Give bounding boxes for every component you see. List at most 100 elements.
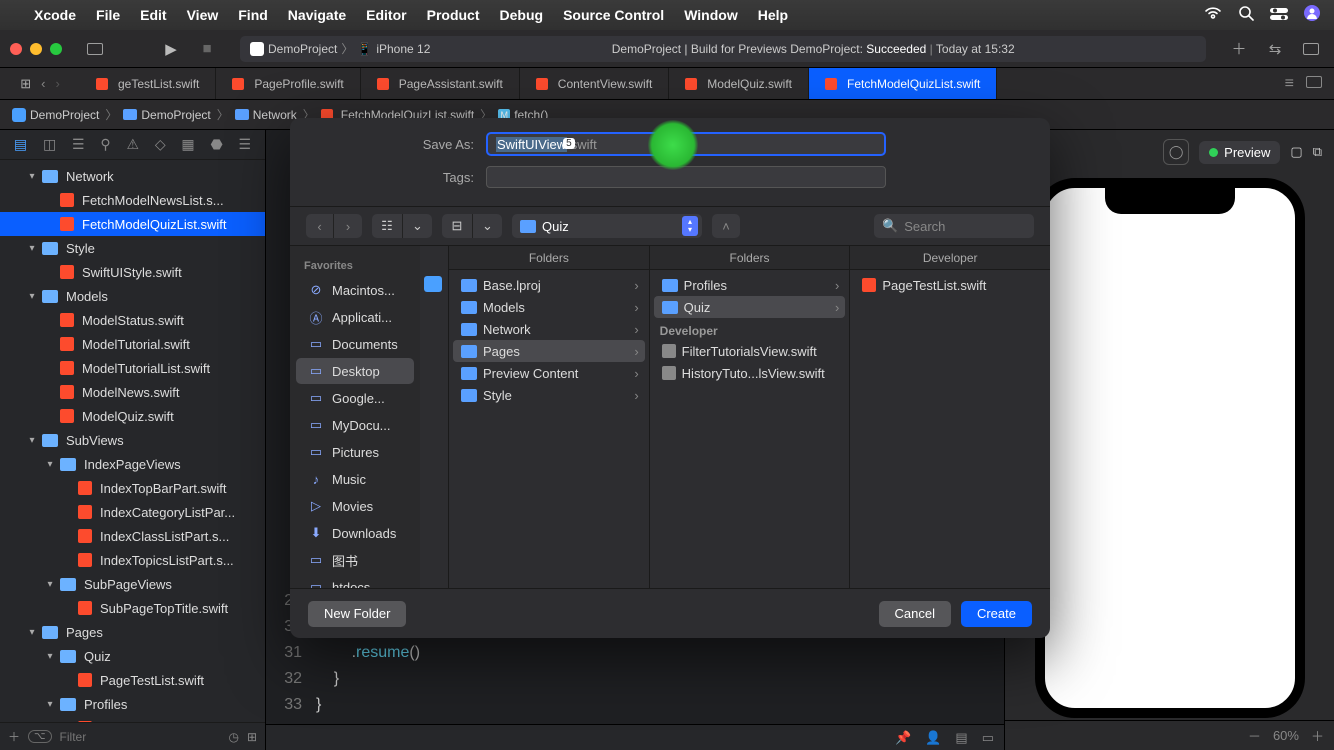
- xcodeproj-icon[interactable]: [424, 276, 442, 292]
- favorite-item[interactable]: ▷Movies: [296, 493, 414, 519]
- editor-tab[interactable]: PageProfile.swift: [216, 68, 360, 99]
- group-segmented[interactable]: ⊟ ⌄: [442, 214, 502, 238]
- menu-view[interactable]: View: [187, 7, 219, 23]
- browser-item[interactable]: HistoryTuto...lsView.swift: [654, 362, 846, 384]
- toggle-canvas-icon[interactable]: [1306, 75, 1322, 93]
- zoom-level[interactable]: 60%: [1273, 728, 1299, 743]
- app-menu[interactable]: Xcode: [34, 7, 76, 23]
- browser-item[interactable]: Preview Content›: [453, 362, 645, 384]
- browser-item[interactable]: Models›: [453, 296, 645, 318]
- tree-folder[interactable]: ▾SubPageViews: [0, 572, 265, 596]
- browser-item[interactable]: Quiz›: [654, 296, 846, 318]
- favorite-item[interactable]: ▭htdocs: [296, 574, 414, 588]
- collapse-button[interactable]: ˄: [712, 214, 740, 238]
- view-options-icon[interactable]: ⌄: [402, 214, 432, 238]
- tree-folder[interactable]: ▾Pages: [0, 620, 265, 644]
- favorite-item[interactable]: ⊘Macintos...: [296, 277, 414, 303]
- breakpoint-nav-icon[interactable]: ⬣: [210, 136, 222, 153]
- editor-tab[interactable]: FetchModelQuizList.swift: [809, 68, 997, 99]
- zoom-out-icon[interactable]: －: [1248, 726, 1261, 745]
- favorite-item[interactable]: ▭Desktop: [296, 358, 414, 384]
- filter-scope-icon[interactable]: ⌥: [28, 730, 52, 743]
- menu-debug[interactable]: Debug: [500, 7, 544, 23]
- stop-button[interactable]: ■: [194, 38, 220, 60]
- favorite-item[interactable]: ▭Documents: [296, 331, 414, 357]
- dialog-search[interactable]: 🔍 Search: [874, 214, 1034, 238]
- preview-pin-icon[interactable]: ◯: [1163, 139, 1189, 165]
- menu-source-control[interactable]: Source Control: [563, 7, 664, 23]
- minimap-icon[interactable]: ▤: [955, 730, 967, 746]
- tree-file[interactable]: IndexTopBarPart.swift: [0, 476, 265, 500]
- tree-file[interactable]: ModelTutorialList.swift: [0, 356, 265, 380]
- view-mode-segmented[interactable]: ☷ ⌄: [372, 214, 432, 238]
- canvas-toggle-icon[interactable]: ▭: [982, 730, 994, 746]
- tree-file[interactable]: PageTestList.swift: [0, 668, 265, 692]
- tree-file[interactable]: SwiftUIStyle.swift: [0, 260, 265, 284]
- jump-folder[interactable]: Network: [253, 108, 297, 122]
- menu-help[interactable]: Help: [758, 7, 788, 23]
- favorite-item[interactable]: ⬇Downloads: [296, 520, 414, 546]
- authors-icon[interactable]: 👤: [925, 730, 941, 746]
- tree-file[interactable]: IndexCategoryListPar...: [0, 500, 265, 524]
- debug-nav-icon[interactable]: ▦: [181, 136, 194, 153]
- close-window-button[interactable]: [10, 43, 22, 55]
- navigator-selector[interactable]: ▤ ◫ ☰ ⚲ ⚠ ◇ ▦ ⬣ ☰: [0, 130, 265, 160]
- source-control-nav-icon[interactable]: ◫: [43, 136, 56, 153]
- editor-tab[interactable]: ModelQuiz.swift: [669, 68, 809, 99]
- wifi-icon[interactable]: [1204, 6, 1222, 24]
- code-line[interactable]: 31 .resume(): [266, 640, 420, 666]
- project-nav-icon[interactable]: ▤: [14, 136, 27, 153]
- user-icon[interactable]: [1304, 5, 1320, 25]
- favorite-item[interactable]: ⒶApplicati...: [296, 304, 414, 330]
- jump-project[interactable]: DemoProject: [30, 108, 99, 122]
- nav-back-button[interactable]: ‹: [306, 214, 334, 238]
- create-button[interactable]: Create: [961, 601, 1032, 627]
- editor-tab[interactable]: geTestList.swift: [80, 68, 216, 99]
- nav-forward-button[interactable]: ›: [334, 214, 362, 238]
- activity-status-bar[interactable]: DemoProject 〉 📱 iPhone 12 DemoProject | …: [240, 36, 1206, 62]
- tree-folder[interactable]: ▾IndexPageViews: [0, 452, 265, 476]
- add-button-icon[interactable]: ＋: [1226, 38, 1252, 60]
- tree-folder[interactable]: ▾Style: [0, 236, 265, 260]
- group-icon[interactable]: ⊟: [442, 214, 472, 238]
- group-options-icon[interactable]: ⌄: [472, 214, 502, 238]
- add-file-icon[interactable]: ＋: [8, 728, 20, 745]
- related-items-icon[interactable]: ⊞: [20, 76, 31, 92]
- go-forward-icon[interactable]: ›: [55, 76, 59, 91]
- go-back-icon[interactable]: ‹: [41, 76, 45, 91]
- menu-file[interactable]: File: [96, 7, 120, 23]
- browser-item[interactable]: Profiles›: [654, 274, 846, 296]
- code-line[interactable]: 33}: [266, 692, 420, 718]
- column-view-icon[interactable]: ☷: [372, 214, 402, 238]
- browser-item[interactable]: Pages›: [453, 340, 645, 362]
- tree-file[interactable]: FetchModelNewsList.s...: [0, 188, 265, 212]
- tree-file[interactable]: SubPageTopTitle.swift: [0, 596, 265, 620]
- tree-folder[interactable]: ▾Network: [0, 164, 265, 188]
- code-line[interactable]: 32 }: [266, 666, 420, 692]
- browser-item[interactable]: Base.lproj›: [453, 274, 645, 296]
- tree-file[interactable]: ModelStatus.swift: [0, 308, 265, 332]
- tree-folder[interactable]: ▾Quiz: [0, 644, 265, 668]
- tree-file[interactable]: ModelNews.swift: [0, 380, 265, 404]
- jump-group[interactable]: DemoProject: [141, 108, 210, 122]
- favorite-item[interactable]: ▭Pictures: [296, 439, 414, 465]
- tree-file[interactable]: IndexClassListPart.s...: [0, 524, 265, 548]
- symbol-nav-icon[interactable]: ☰: [72, 136, 85, 153]
- favorite-item[interactable]: ▭图书: [296, 547, 414, 573]
- adjust-editor-icon[interactable]: ≡: [1285, 75, 1294, 93]
- editor-tab[interactable]: ContentView.swift: [520, 68, 670, 99]
- tree-file[interactable]: FetchModelQuizList.swift: [0, 212, 265, 236]
- tree-folder[interactable]: ▾SubViews: [0, 428, 265, 452]
- tree-file[interactable]: IndexTopicsListPart.s...: [0, 548, 265, 572]
- toggle-inspector-icon[interactable]: [1298, 38, 1324, 60]
- browser-item[interactable]: FilterTutorialsView.swift: [654, 340, 846, 362]
- menu-find[interactable]: Find: [238, 7, 268, 23]
- spotlight-icon[interactable]: [1238, 5, 1254, 25]
- browser-item[interactable]: PageTestList.swift: [854, 274, 1046, 296]
- control-center-icon[interactable]: [1270, 7, 1288, 24]
- tree-folder[interactable]: ▾Profiles: [0, 692, 265, 716]
- menu-edit[interactable]: Edit: [140, 7, 166, 23]
- device-preview[interactable]: [1035, 178, 1305, 718]
- cancel-button[interactable]: Cancel: [879, 601, 951, 627]
- minimize-window-button[interactable]: [30, 43, 42, 55]
